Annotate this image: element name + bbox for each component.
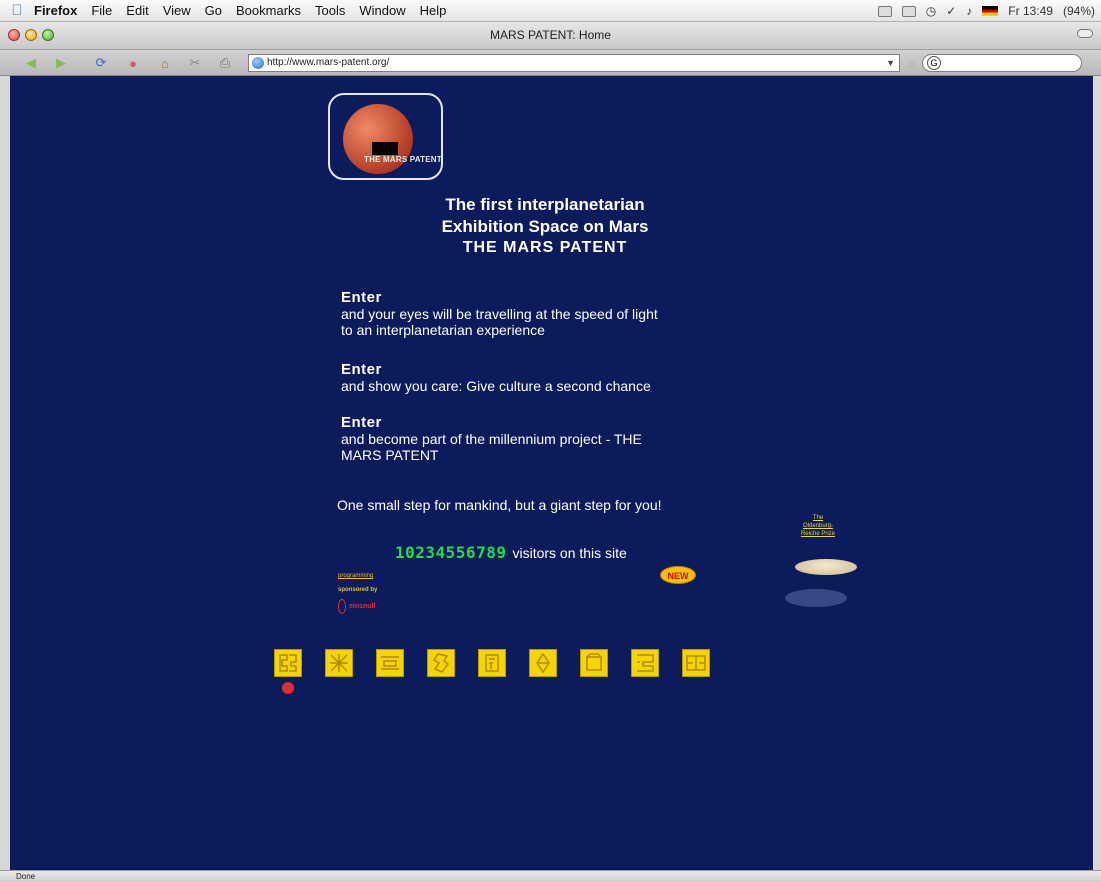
nav-icon-3[interactable] bbox=[376, 649, 404, 677]
menubar-extras: ◷ ✓ ♪ Fr 13:49 (94%) bbox=[877, 0, 1095, 22]
nav-icon-7[interactable] bbox=[580, 649, 608, 677]
menu-go[interactable]: Go bbox=[205, 3, 222, 18]
apple-menu-icon[interactable]:  bbox=[0, 2, 34, 19]
headline: The first interplanetarian Exhibition Sp… bbox=[350, 194, 740, 259]
programming-link[interactable]: programming bbox=[338, 573, 373, 579]
enter-text-1a: and your eyes will be travelling at the … bbox=[341, 306, 658, 322]
url-text: http://www.mars-patent.org/ bbox=[267, 57, 390, 68]
display-icon[interactable] bbox=[877, 5, 892, 17]
sponsored-by-label: sponsored by bbox=[338, 587, 378, 593]
enter-link-2[interactable]: Enter bbox=[341, 362, 651, 378]
enter-block-3: Enter and become part of the millennium … bbox=[341, 415, 642, 464]
cut-icon[interactable]: ✂ bbox=[186, 54, 204, 72]
enter-text-2a: and show you care: Give culture a second… bbox=[341, 378, 651, 394]
url-bar[interactable]: http://www.mars-patent.org/ ▼ bbox=[248, 54, 900, 72]
home-icon[interactable]: ⌂ bbox=[156, 54, 174, 72]
nav-icon-8[interactable] bbox=[631, 649, 659, 677]
enter-link-3[interactable]: Enter bbox=[341, 415, 642, 431]
oldenburg-prize-link[interactable]: The Oldenburg- Reiche Prize bbox=[786, 514, 850, 538]
time-machine-icon[interactable]: ◷ bbox=[926, 4, 936, 18]
slogan: One small step for mankind, but a giant … bbox=[337, 497, 662, 513]
toolbar-toggle-button[interactable] bbox=[1077, 29, 1093, 38]
web-page: THE MARS PATENT The first interplanetari… bbox=[10, 76, 1093, 870]
headline-line-3: THE MARS PATENT bbox=[462, 239, 628, 256]
globe-icon bbox=[252, 57, 264, 69]
window-title: MARS PATENT: Home bbox=[490, 28, 611, 42]
menu-app-name[interactable]: Firefox bbox=[34, 3, 77, 18]
prize-line-1: The bbox=[812, 515, 824, 521]
menu-help[interactable]: Help bbox=[420, 3, 447, 18]
enter-text-3a: and become part of the millennium projec… bbox=[341, 431, 642, 447]
status-bar: Done bbox=[0, 870, 1101, 882]
counter-digits: 10234556789 bbox=[395, 543, 507, 562]
forward-icon[interactable]: ▶ bbox=[52, 54, 70, 72]
headline-line-2: Exhibition Space on Mars bbox=[441, 217, 649, 236]
volume-icon[interactable]: ♪ bbox=[966, 4, 972, 18]
navigation-toolbar: ◀ ▶ ⟳ ● ⌂ ✂ ⎙ http://www.mars-patent.org… bbox=[0, 50, 1101, 76]
prize-plaque-image[interactable] bbox=[795, 559, 857, 575]
sponsor-logo[interactable]: einsnull bbox=[338, 599, 375, 614]
enter-text-3b: MARS PATENT bbox=[341, 447, 439, 463]
sponsor-name: einsnull bbox=[349, 603, 376, 610]
visitor-counter: 10234556789 visitors on this site bbox=[395, 543, 627, 562]
url-dropdown-icon[interactable]: ▼ bbox=[886, 55, 895, 71]
search-box[interactable]: G bbox=[922, 54, 1082, 72]
enter-block-1: Enter and your eyes will be travelling a… bbox=[341, 290, 658, 339]
german-flag-icon[interactable] bbox=[982, 6, 999, 16]
headline-line-1: The first interplanetarian bbox=[445, 195, 645, 214]
menubar:  Firefox File Edit View Go Bookmarks To… bbox=[0, 0, 1101, 22]
screen-icon[interactable] bbox=[901, 5, 916, 17]
window-titlebar: MARS PATENT: Home bbox=[0, 22, 1101, 50]
clock[interactable]: Fr 13:49 bbox=[1008, 4, 1053, 18]
nav-icon-5[interactable] bbox=[478, 649, 506, 677]
nav-icon-6[interactable] bbox=[529, 649, 557, 677]
go-icon[interactable]: ○ bbox=[902, 54, 920, 72]
battery-status[interactable]: (94%) bbox=[1063, 4, 1095, 18]
mars-patent-logo[interactable]: THE MARS PATENT bbox=[328, 93, 443, 180]
nav-icon-1[interactable] bbox=[274, 649, 302, 677]
stop-icon[interactable]: ● bbox=[124, 54, 142, 72]
menu-tools[interactable]: Tools bbox=[315, 3, 345, 18]
page-left-border bbox=[0, 76, 10, 870]
page-right-border bbox=[1093, 76, 1101, 870]
nav-icon-row bbox=[274, 649, 710, 677]
menu-window[interactable]: Window bbox=[359, 3, 405, 18]
menu-view[interactable]: View bbox=[163, 3, 191, 18]
phone-icon[interactable]: ✓ bbox=[946, 4, 956, 18]
logo-text: THE MARS PATENT bbox=[364, 155, 442, 164]
enter-text-1b: to an interplanetarian experience bbox=[341, 322, 545, 338]
enter-block-2: Enter and show you care: Give culture a … bbox=[341, 362, 651, 395]
enter-link-1[interactable]: Enter bbox=[341, 290, 658, 306]
plaque-shadow bbox=[785, 589, 847, 607]
nav-icon-2[interactable] bbox=[325, 649, 353, 677]
reload-icon[interactable]: ⟳ bbox=[92, 54, 110, 72]
nav-icon-4[interactable] bbox=[427, 649, 455, 677]
menu-edit[interactable]: Edit bbox=[126, 3, 148, 18]
menu-bookmarks[interactable]: Bookmarks bbox=[236, 3, 301, 18]
counter-label: visitors on this site bbox=[512, 544, 627, 561]
menu-file[interactable]: File bbox=[91, 3, 112, 18]
einsnull-logo-icon bbox=[338, 599, 346, 614]
new-badge[interactable]: NEW bbox=[660, 566, 696, 584]
prize-line-3: Reiche Prize bbox=[800, 531, 835, 537]
active-nav-indicator bbox=[282, 682, 294, 694]
prize-line-2: Oldenburg- bbox=[802, 523, 834, 529]
search-engine-icon[interactable]: G bbox=[927, 56, 941, 70]
nav-icon-9[interactable] bbox=[682, 649, 710, 677]
print-icon[interactable]: ⎙ bbox=[216, 54, 234, 72]
redaction-bar bbox=[372, 142, 398, 155]
back-icon[interactable]: ◀ bbox=[22, 54, 40, 72]
